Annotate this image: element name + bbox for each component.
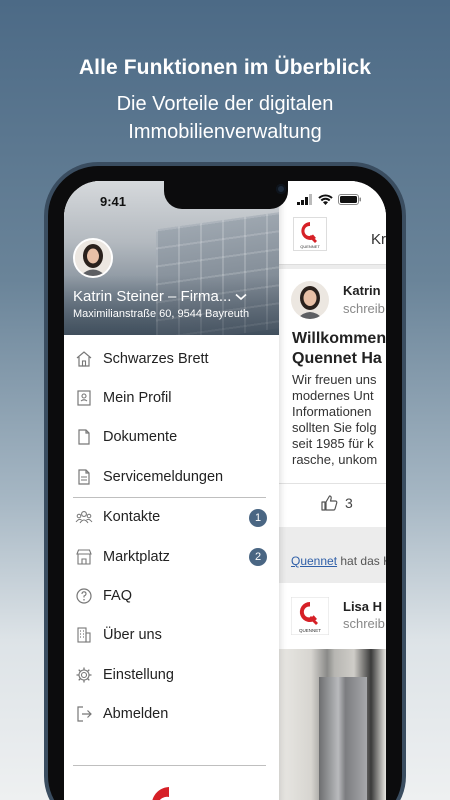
post-body-line: seit 1985 für k: [292, 436, 374, 451]
post-meta: schreib: [343, 616, 385, 631]
menu-item-ueber-uns[interactable]: Über uns: [64, 616, 279, 655]
quennet-logo-icon: QUENNET: [290, 596, 330, 636]
thumbs-up-icon: [321, 495, 338, 511]
menu-item-label: Mein Profil: [103, 390, 172, 407]
menu-item-mein-profil[interactable]: Mein Profil: [64, 378, 279, 417]
menu-divider: [73, 765, 266, 766]
signal-icon: [297, 194, 312, 205]
menu-item-kontakte[interactable]: Kontakte 1: [64, 498, 279, 537]
contacts-icon: [75, 508, 93, 526]
profile-card-icon: [75, 389, 93, 407]
menu-item-servicemeldungen[interactable]: Servicemeldungen: [64, 457, 279, 496]
notification-badge: 1: [249, 508, 267, 527]
menu-item-label: Über uns: [103, 627, 162, 644]
post-body-line: rasche, unkom: [292, 452, 378, 467]
menu-item-label: Servicemeldungen: [103, 468, 224, 485]
menu-item-label: Einstellung: [103, 666, 174, 683]
promo-title: Alle Funktionen im Überblick: [78, 56, 372, 79]
menu-item-abmelden[interactable]: Abmelden: [64, 695, 279, 734]
fridge-image: [319, 677, 367, 800]
menu-item-label: Marktplatz: [103, 548, 170, 565]
post-title-line: Quennet Ha: [292, 350, 382, 367]
menu-item-schwarzes-brett[interactable]: Schwarzes Brett: [64, 339, 279, 378]
feed-background: QUENNET Kr Katrin schreib Willkommen Que…: [279, 181, 386, 800]
notification-badge: 2: [249, 547, 267, 566]
svg-text:QUENNET: QUENNET: [300, 244, 320, 249]
document-icon: [75, 428, 93, 446]
promo-subtitle: Die Vorteile der digitalen Immobilienver…: [0, 90, 450, 146]
quennet-logo-icon: [152, 787, 169, 800]
drawer-menu: Schwarzes Brett Mein Profil Dokumente Se…: [64, 339, 279, 734]
promo-subtitle-line1: Die Vorteile der digitalen: [116, 93, 334, 115]
svg-text:QUENNET: QUENNET: [299, 628, 321, 633]
wifi-icon: [318, 194, 333, 205]
feed-notice: Quennet hat das K: [291, 554, 386, 568]
status-time: 9:41: [100, 194, 127, 209]
like-button[interactable]: 3: [321, 495, 353, 511]
menu-item-einstellung[interactable]: Einstellung: [64, 655, 279, 694]
menu-item-label: Dokumente: [103, 429, 178, 446]
person-photo-icon: [75, 240, 111, 276]
like-count: 3: [345, 495, 353, 511]
post-meta: schreib: [343, 301, 385, 316]
promo-subtitle-line2: Immobilienverwaltung: [128, 121, 322, 143]
post-card[interactable]: Katrin schreib Willkommen Quennet Ha Wir…: [279, 269, 386, 527]
header-shade: [64, 275, 279, 335]
menu-item-label: Abmelden: [103, 706, 169, 723]
post-body-line: sollten Sie folg: [292, 420, 377, 435]
post-card[interactable]: QUENNET Lisa H schreib: [279, 583, 386, 649]
post-body-line: Wir freuen uns: [292, 372, 377, 387]
help-icon: [75, 587, 93, 605]
post-title: Willkommen Quennet Ha: [292, 329, 386, 369]
menu-item-label: Schwarzes Brett: [103, 350, 209, 367]
phone-screen: 9:41 QUENNET Kr Katrin schreib Willkomme…: [64, 181, 386, 800]
post-author: Lisa H: [343, 599, 383, 614]
menu-item-marktplatz[interactable]: Marktplatz 2: [64, 537, 279, 576]
quennet-logo: [141, 779, 197, 800]
post-body-line: Informationen: [292, 404, 372, 419]
menu-item-label: FAQ: [103, 588, 133, 605]
avatar: [291, 281, 329, 319]
menu-item-label: Kontakte: [103, 509, 161, 526]
menu-item-dokumente[interactable]: Dokumente: [64, 418, 279, 457]
building-icon: [75, 626, 93, 644]
post-body: Wir freuen uns modernes Unt Informatione…: [292, 372, 377, 468]
chevron-down-icon: [235, 293, 247, 300]
navigation-drawer: Katrin Steiner – Firma... Maximilianstra…: [64, 181, 279, 800]
status-icons: [297, 194, 362, 205]
user-name: Katrin Steiner – Firma...: [73, 288, 232, 305]
feed-header-title: Kr: [371, 231, 386, 248]
home-icon: [75, 350, 93, 368]
quennet-logo: QUENNET: [290, 596, 330, 636]
post-body-line: modernes Unt: [292, 388, 374, 403]
logout-icon: [75, 705, 93, 723]
menu-item-faq[interactable]: FAQ: [64, 576, 279, 615]
phone-notch: [164, 181, 288, 209]
account-switcher[interactable]: Katrin Steiner – Firma...: [73, 288, 273, 305]
camera-icon: [276, 184, 286, 194]
gear-icon: [75, 666, 93, 684]
post-image: [279, 649, 386, 800]
notice-link[interactable]: Quennet: [291, 554, 337, 568]
user-address: Maximilianstraße 60, 9544 Bayreuth: [73, 308, 250, 320]
post-author: Katrin: [343, 283, 381, 298]
person-photo-icon: [291, 281, 329, 319]
notice-text: hat das K: [337, 554, 386, 568]
post-divider: [279, 483, 386, 484]
post-title-line: Willkommen: [292, 330, 386, 347]
marketplace-icon: [75, 548, 93, 566]
avatar[interactable]: [73, 238, 113, 278]
quennet-logo-icon: QUENNET: [300, 222, 320, 249]
battery-icon: [338, 194, 361, 205]
service-report-icon: [75, 468, 93, 486]
quennet-logo-small[interactable]: QUENNET: [293, 217, 327, 251]
